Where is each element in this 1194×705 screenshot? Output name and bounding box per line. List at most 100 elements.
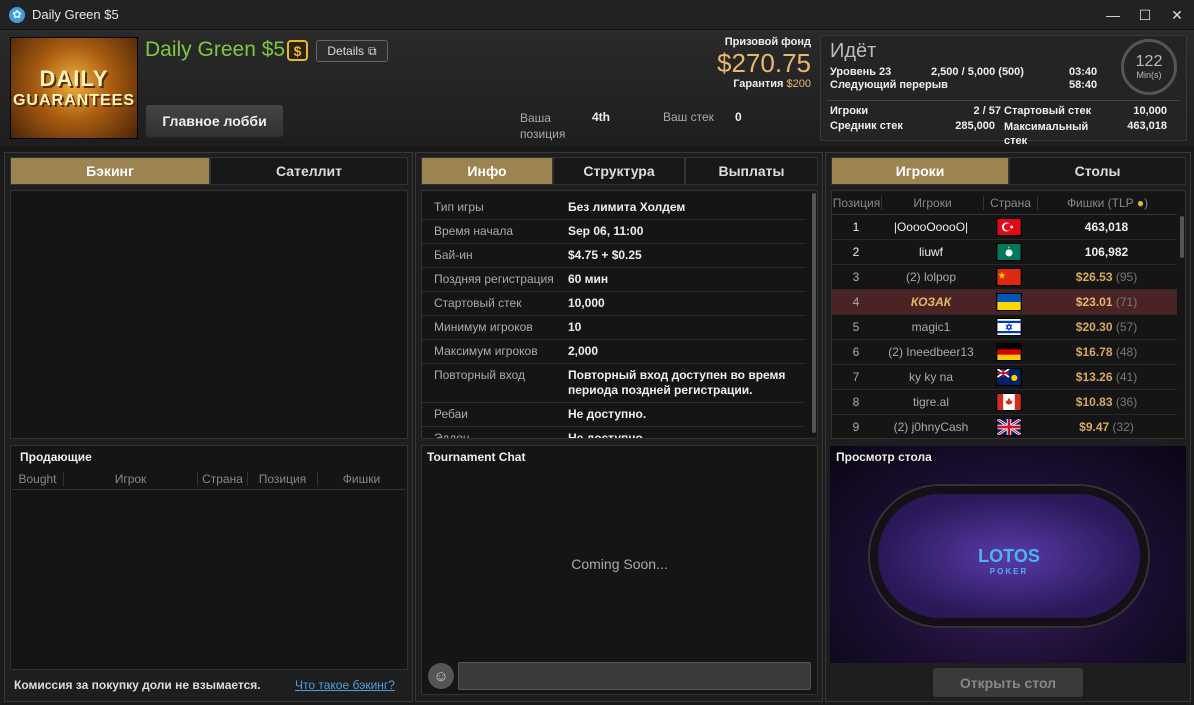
player-chips: $20.30 (57) <box>1036 320 1177 334</box>
player-name: |OoooOoooO| <box>893 220 969 234</box>
emoji-icon[interactable]: ☺ <box>428 663 454 689</box>
chips-value: 463,018 <box>1084 220 1129 234</box>
player-name: КОЗАК <box>910 295 952 309</box>
level-label: Уровень 23 <box>830 66 892 78</box>
col-position[interactable]: Позиция <box>832 195 882 210</box>
tab-structure[interactable]: Структура <box>553 157 685 185</box>
col-player[interactable]: Игрок <box>64 471 198 486</box>
chips-value: $9.47 <box>1079 420 1110 434</box>
banner-line1: DAILY <box>39 66 109 91</box>
divider <box>827 100 1180 101</box>
col-players[interactable]: Игроки <box>882 195 984 210</box>
next-break-time: 58:40 <box>1069 79 1098 91</box>
start-stack-value: 10,000 <box>1133 105 1167 117</box>
chips-extra: (57) <box>1115 320 1138 334</box>
col-country[interactable]: Страна <box>984 195 1038 210</box>
players-label: Игроки <box>830 105 869 117</box>
info-row: Ребаи Не доступно. <box>422 403 805 427</box>
info-key: Ребаи <box>434 407 468 421</box>
brand-sub: POKER <box>989 567 1029 576</box>
prize-label: Призовой фонд <box>724 36 811 48</box>
player-chips: $9.47 (32) <box>1036 420 1177 434</box>
main-lobby-button[interactable]: Главное лобби <box>145 104 284 138</box>
info-row: Бай-ин $4.75 + $0.25 <box>422 244 805 268</box>
info-value: 2,000 <box>568 344 599 358</box>
preview-title: Просмотр стола <box>836 450 932 464</box>
close-icon[interactable]: ✕ <box>1168 6 1186 24</box>
players-value: 2 / 57 <box>973 105 1001 117</box>
col-country[interactable]: Страна <box>198 471 248 486</box>
chips-value: $10.83 <box>1075 395 1113 409</box>
player-chips: $13.26 (41) <box>1036 370 1177 384</box>
player-row[interactable]: 5 magic1 $20.30 (57) <box>832 315 1177 340</box>
avg-stack-label: Средник стек <box>830 120 903 132</box>
player-row[interactable]: 4 КОЗАК $23.01 (71) <box>832 290 1177 315</box>
info-key: Поздняя регистрация <box>434 272 554 286</box>
player-row[interactable]: 6 (2) Ineedbeer13 $16.78 (48) <box>832 340 1177 365</box>
tab-tables[interactable]: Столы <box>1009 157 1186 185</box>
col-position[interactable]: Позиция <box>248 471 318 486</box>
col-bought[interactable]: Bought <box>12 471 64 486</box>
info-value: Повторный вход доступен во время периода… <box>568 368 786 397</box>
chat-input[interactable] <box>458 662 811 690</box>
player-row[interactable]: 8 tigre.al $10.83 (36) <box>832 390 1177 415</box>
player-position: 2 <box>852 245 860 259</box>
info-row: Максимум игроков 2,000 <box>422 340 805 364</box>
tab-players[interactable]: Игроки <box>831 157 1009 185</box>
chips-extra: (95) <box>1115 270 1138 284</box>
position-label: Ваша позиция <box>520 111 566 141</box>
info-value: Sep 06, 11:00 <box>568 224 644 238</box>
chips-value: $26.53 <box>1075 270 1113 284</box>
info-key: Повторный вход <box>434 368 526 382</box>
what-is-backing-link[interactable]: Что такое бэкинг? <box>295 678 395 692</box>
position-value: 4th <box>592 110 610 124</box>
players-scrollbar[interactable] <box>1180 216 1184 258</box>
next-break-label: Следующий перерыв <box>830 79 948 91</box>
info-row: Поздняя регистрация 60 мин <box>422 268 805 292</box>
minimize-icon[interactable]: — <box>1104 6 1122 24</box>
flag-il-icon <box>982 318 1036 336</box>
tab-satellite[interactable]: Сателлит <box>210 157 408 185</box>
player-name: tigre.al <box>912 395 950 409</box>
player-row[interactable]: 1 |OoooOoooO| 463,018 <box>832 215 1177 240</box>
maximize-icon[interactable]: ☐ <box>1136 6 1154 24</box>
flag-mo-icon <box>982 243 1036 261</box>
start-stack-label: Стартовый стек <box>1004 105 1092 117</box>
player-row[interactable]: 7 ky ky na $13.26 (41) <box>832 365 1177 390</box>
player-row[interactable]: 9 (2) j0hnyCash $9.47 (32) <box>832 415 1177 438</box>
flag-tc-icon <box>982 368 1036 386</box>
player-name: (2) Ineedbeer13 <box>888 345 974 359</box>
player-row[interactable]: 2 liuwf 106,982 <box>832 240 1177 265</box>
window-title: Daily Green $5 <box>32 7 119 22</box>
player-name: magic1 <box>911 320 951 334</box>
blinds-value: 2,500 / 5,000 (500) <box>931 66 1024 78</box>
player-row[interactable]: 3 (2) lolpop $26.53 (95) <box>832 265 1177 290</box>
open-table-button[interactable]: Открыть стол <box>933 668 1083 697</box>
table-preview[interactable]: LOTOS POKER <box>830 446 1186 663</box>
info-row: Повторный вход Повторный вход доступен во… <box>422 364 805 403</box>
info-scrollbar[interactable] <box>812 193 816 433</box>
flag-ua-icon <box>982 293 1036 311</box>
tab-info[interactable]: Инфо <box>421 157 553 185</box>
flag-de-icon <box>982 343 1036 361</box>
col-chips[interactable]: Фишки (TLP ●) <box>1038 196 1177 210</box>
backing-tabs: Бэкинг Сателлит <box>10 157 408 185</box>
player-position: 3 <box>852 270 860 284</box>
col-chips[interactable]: Фишки <box>318 472 405 486</box>
player-chips: $10.83 (36) <box>1036 395 1177 409</box>
tab-backing[interactable]: Бэкинг <box>10 157 210 185</box>
level-clock: 122 Min(s) <box>1121 39 1177 95</box>
flag-tr-icon <box>982 218 1036 236</box>
chat-placeholder: Coming Soon... <box>571 556 668 572</box>
guarantee: Гарантия $200 <box>717 78 811 90</box>
info-value: 10,000 <box>568 296 605 310</box>
title-bar: ✿ Daily Green $5 — ☐ ✕ <box>0 0 1194 30</box>
tab-payouts[interactable]: Выплаты <box>685 157 818 185</box>
details-button[interactable]: Details ⧉ <box>316 40 388 62</box>
chips-value: $13.26 <box>1075 370 1113 384</box>
players-tabs: Игроки Столы <box>831 157 1186 185</box>
flag-cn-icon <box>982 268 1036 286</box>
chips-value: $20.30 <box>1075 320 1113 334</box>
col-chips-label: Фишки (TLP <box>1066 195 1134 210</box>
chips-extra: (36) <box>1115 395 1138 409</box>
